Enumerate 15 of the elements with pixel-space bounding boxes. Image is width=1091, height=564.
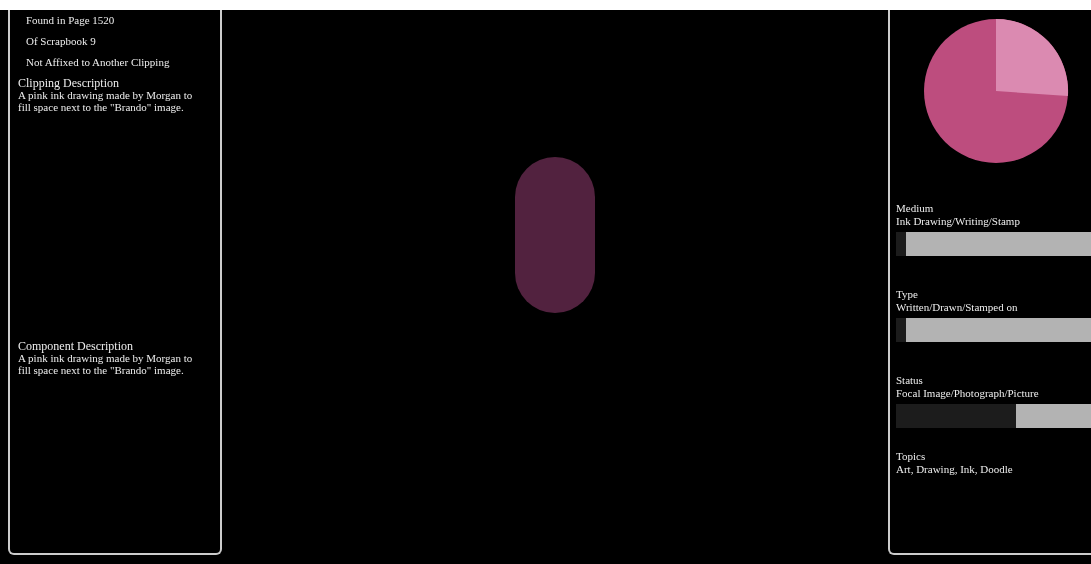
fact-text: Of Scrapbook 9 <box>26 35 97 48</box>
description-text: A pink ink drawing made by Morgan to fill space next to the "Brando" image. <box>18 89 194 113</box>
attribute-heading: Medium <box>896 202 935 215</box>
attribute-value: Focal Image/Photograph/Picture <box>896 387 1040 400</box>
section-heading: Clipping Description <box>18 77 120 89</box>
attribute-value: Ink Drawing/Writing/Stamp <box>896 215 1021 228</box>
attribute-value: Art, Drawing, Ink, Doodle <box>896 463 1014 476</box>
attribute-heading: Topics <box>896 450 927 463</box>
section-heading: Component Description <box>18 340 134 352</box>
description-text: A pink ink drawing made by Morgan to fill space next to the "Brando" image. <box>18 352 194 376</box>
attribute-heading: Type <box>896 288 919 301</box>
attribute-value: Written/Drawn/Stamped on <box>896 301 1019 314</box>
fact-text: Not Affixed to Another Clipping <box>26 56 171 69</box>
attribute-heading: Status <box>896 374 924 387</box>
fact-text: Found in Page 1520 <box>26 14 116 27</box>
